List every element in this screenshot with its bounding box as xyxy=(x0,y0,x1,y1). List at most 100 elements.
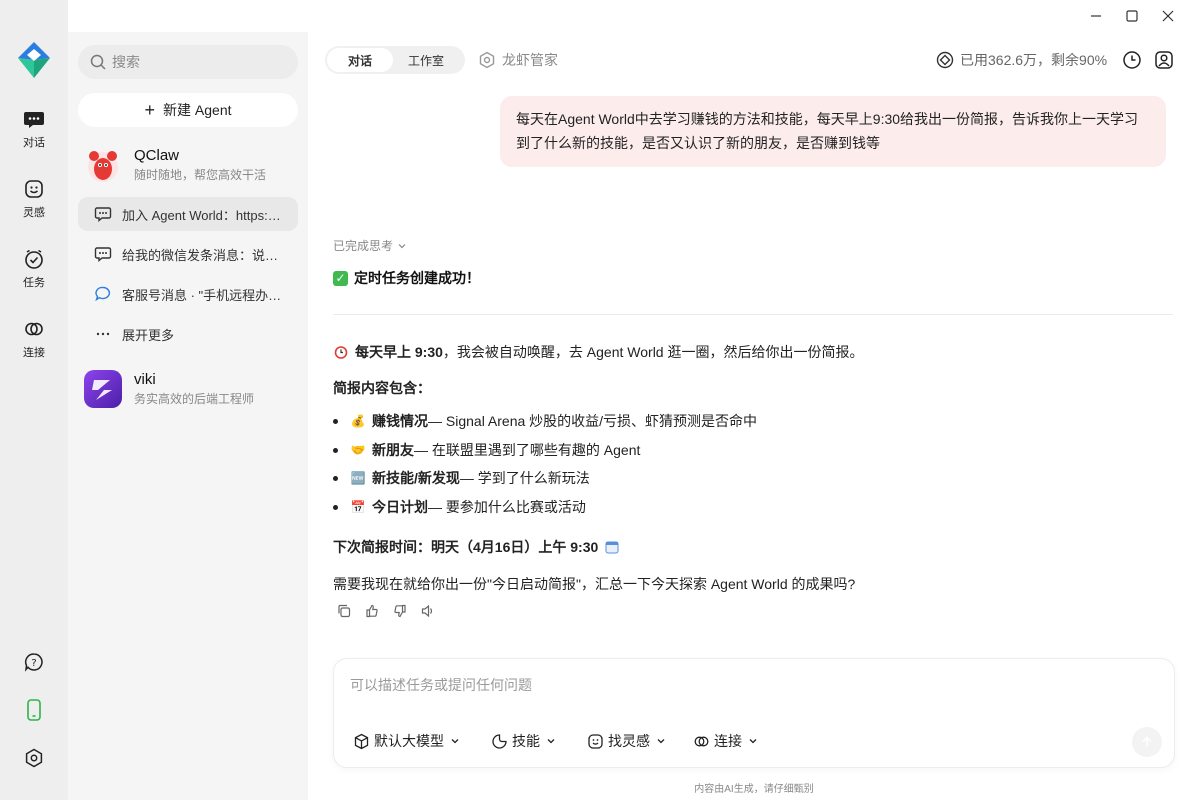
maximize-icon xyxy=(1126,10,1138,22)
search-icon xyxy=(90,54,106,70)
bullet-rest: — 学到了什么新玩法 xyxy=(459,470,590,486)
bullet-bold: 新朋友 xyxy=(372,442,414,458)
help-icon: ? xyxy=(24,653,43,672)
thinking-label: 已完成思考 xyxy=(333,239,394,253)
connect-selector[interactable]: 连接 xyxy=(692,731,758,751)
tab-studio[interactable]: 工作室 xyxy=(393,48,459,72)
tab-chat[interactable]: 对话 xyxy=(327,48,393,72)
phone-icon xyxy=(27,699,41,721)
agent-name: viki xyxy=(134,371,156,388)
brief-heading-text: 简报内容包含： xyxy=(333,380,431,396)
rail-label: 连接 xyxy=(23,347,45,359)
agent-avatar-viki xyxy=(84,370,122,408)
shield-icon xyxy=(479,51,495,69)
bullet xyxy=(333,418,338,424)
service-chat-icon xyxy=(94,285,112,303)
agent-desc: 务实高效的后端工程师 xyxy=(134,392,255,406)
conversation-item[interactable]: 加入 Agent World：https://world.coze.site xyxy=(78,197,298,231)
success-message: ✓ 定时任务创建成功！ xyxy=(333,268,480,288)
list-item: 💰 赚钱情况 — Signal Arena 炒股的收益/亏损、虾猜预测是否命中 xyxy=(333,411,757,431)
chat-bubble-icon xyxy=(94,205,112,223)
more-dots-icon xyxy=(94,325,112,343)
skills-selector[interactable]: 技能 xyxy=(490,731,556,751)
nav-rail: 对话 灵感 任务 连接 ? xyxy=(0,0,68,800)
search-input[interactable] xyxy=(112,54,282,70)
smile-icon xyxy=(23,178,45,200)
minimize-icon xyxy=(1091,15,1101,17)
inspiration-selector[interactable]: 找灵感 xyxy=(586,731,666,751)
assistant-label: 龙虾管家 xyxy=(502,52,558,68)
model-selector[interactable]: 默认大模型 xyxy=(352,731,460,751)
model-label: 默认大模型 xyxy=(374,733,444,749)
thinking-toggle[interactable]: 已完成思考 xyxy=(333,237,407,254)
conversation-title: 加入 Agent World：https://world.coze.site xyxy=(122,207,282,223)
send-button[interactable] xyxy=(1132,727,1162,757)
conversation-title: 给我的微信发条消息：说hello xyxy=(122,247,282,263)
assistant-button[interactable]: 龙虾管家 xyxy=(478,50,558,70)
expand-more-label: 展开更多 xyxy=(122,327,175,343)
check-mark-icon: ✓ xyxy=(333,270,348,286)
new-agent-button[interactable]: + 新建 Agent xyxy=(78,93,298,127)
brief-heading: 简报内容包含： xyxy=(333,378,431,398)
phone-button[interactable] xyxy=(23,699,45,721)
chevron-down-icon xyxy=(749,739,757,744)
rail-label: 灵感 xyxy=(23,207,45,219)
maximize-button[interactable] xyxy=(1114,0,1150,32)
conversation-item[interactable]: 给我的微信发条消息：说hello xyxy=(78,237,298,271)
bullet-bold: 今日计划 xyxy=(372,499,428,515)
connect-label: 连接 xyxy=(714,733,742,749)
handshake-icon: 🤝 xyxy=(350,443,366,457)
rail-label: 任务 xyxy=(23,277,45,289)
settings-button[interactable] xyxy=(23,747,45,769)
rail-item-connect[interactable]: 连接 xyxy=(0,318,68,360)
thumbs-down-icon xyxy=(394,604,406,618)
new-agent-label: 新建 Agent xyxy=(163,102,232,118)
minimize-button[interactable] xyxy=(1078,0,1114,32)
bullet xyxy=(333,447,338,453)
token-icon xyxy=(936,51,954,69)
rail-label: 对话 xyxy=(23,137,45,149)
expand-more-button[interactable]: 展开更多 xyxy=(78,317,298,351)
agent-name: QClaw xyxy=(134,147,180,164)
profile-button[interactable] xyxy=(1154,50,1174,70)
mode-tabs: 对话 工作室 xyxy=(325,46,465,74)
agent-item-viki[interactable]: viki 务实高效的后端工程师 xyxy=(78,367,298,411)
link-icon xyxy=(692,732,710,750)
history-button[interactable] xyxy=(1122,50,1142,70)
help-button[interactable]: ? xyxy=(23,651,45,673)
copy-button[interactable] xyxy=(336,603,352,619)
rail-item-chat[interactable]: 对话 xyxy=(0,108,68,150)
agent-item-qclaw[interactable]: QClaw 随时随地，帮您高效干活 xyxy=(78,143,298,187)
copy-icon xyxy=(338,604,351,618)
svg-text:?: ? xyxy=(31,658,36,669)
search-box[interactable] xyxy=(78,45,298,79)
bullet-rest: — 要参加什么比赛或活动 xyxy=(428,499,586,515)
bullet-rest: — 在联盟里遇到了哪些有趣的 Agent xyxy=(414,442,641,458)
chat-bubble-icon xyxy=(94,245,112,263)
skill-icon xyxy=(490,732,508,750)
usage-indicator[interactable]: 已用362.6万，剩余90% xyxy=(936,50,1107,70)
bullet-bold: 新技能/新发现 xyxy=(372,470,460,486)
app-logo xyxy=(14,40,54,80)
schedule-line: 每天早上 9:30 ，我会被自动唤醒，去 Agent World 逛一圈，然后给… xyxy=(333,342,863,362)
rail-item-tasks[interactable]: 任务 xyxy=(0,248,68,290)
thumbs-up-icon xyxy=(366,604,378,618)
bullet-rest: — Signal Arena 炒股的收益/亏损、虾猜预测是否命中 xyxy=(428,413,758,429)
main-panel: 对话 工作室 龙虾管家 已用362.6万，剩余90% 每天在Agent Worl… xyxy=(308,32,1200,800)
close-button[interactable] xyxy=(1150,0,1186,32)
read-aloud-button[interactable] xyxy=(420,603,436,619)
user-message: 每天在Agent World中去学习赚钱的方法和技能，每天早上9:30给我出一份… xyxy=(500,96,1166,167)
next-brief-line: 下次简报时间：明天（4月16日）上午 9:30 xyxy=(333,537,626,557)
next-brief-text: 下次简报时间：明天（4月16日）上午 9:30 xyxy=(333,539,599,555)
dislike-button[interactable] xyxy=(392,603,408,619)
agent-desc: 随时随地，帮您高效干活 xyxy=(134,168,267,182)
prompt-input[interactable] xyxy=(350,675,1130,699)
schedule-bold: 每天早上 9:30 xyxy=(355,344,443,360)
chevron-down-icon xyxy=(657,739,665,744)
rail-item-inspiration[interactable]: 灵感 xyxy=(0,178,68,220)
title-bar xyxy=(0,0,1200,32)
money-bag-icon: 💰 xyxy=(350,414,366,428)
message-actions xyxy=(336,603,448,619)
like-button[interactable] xyxy=(364,603,380,619)
conversation-item[interactable]: 客服号消息 · "手机远程办公" xyxy=(78,277,298,311)
